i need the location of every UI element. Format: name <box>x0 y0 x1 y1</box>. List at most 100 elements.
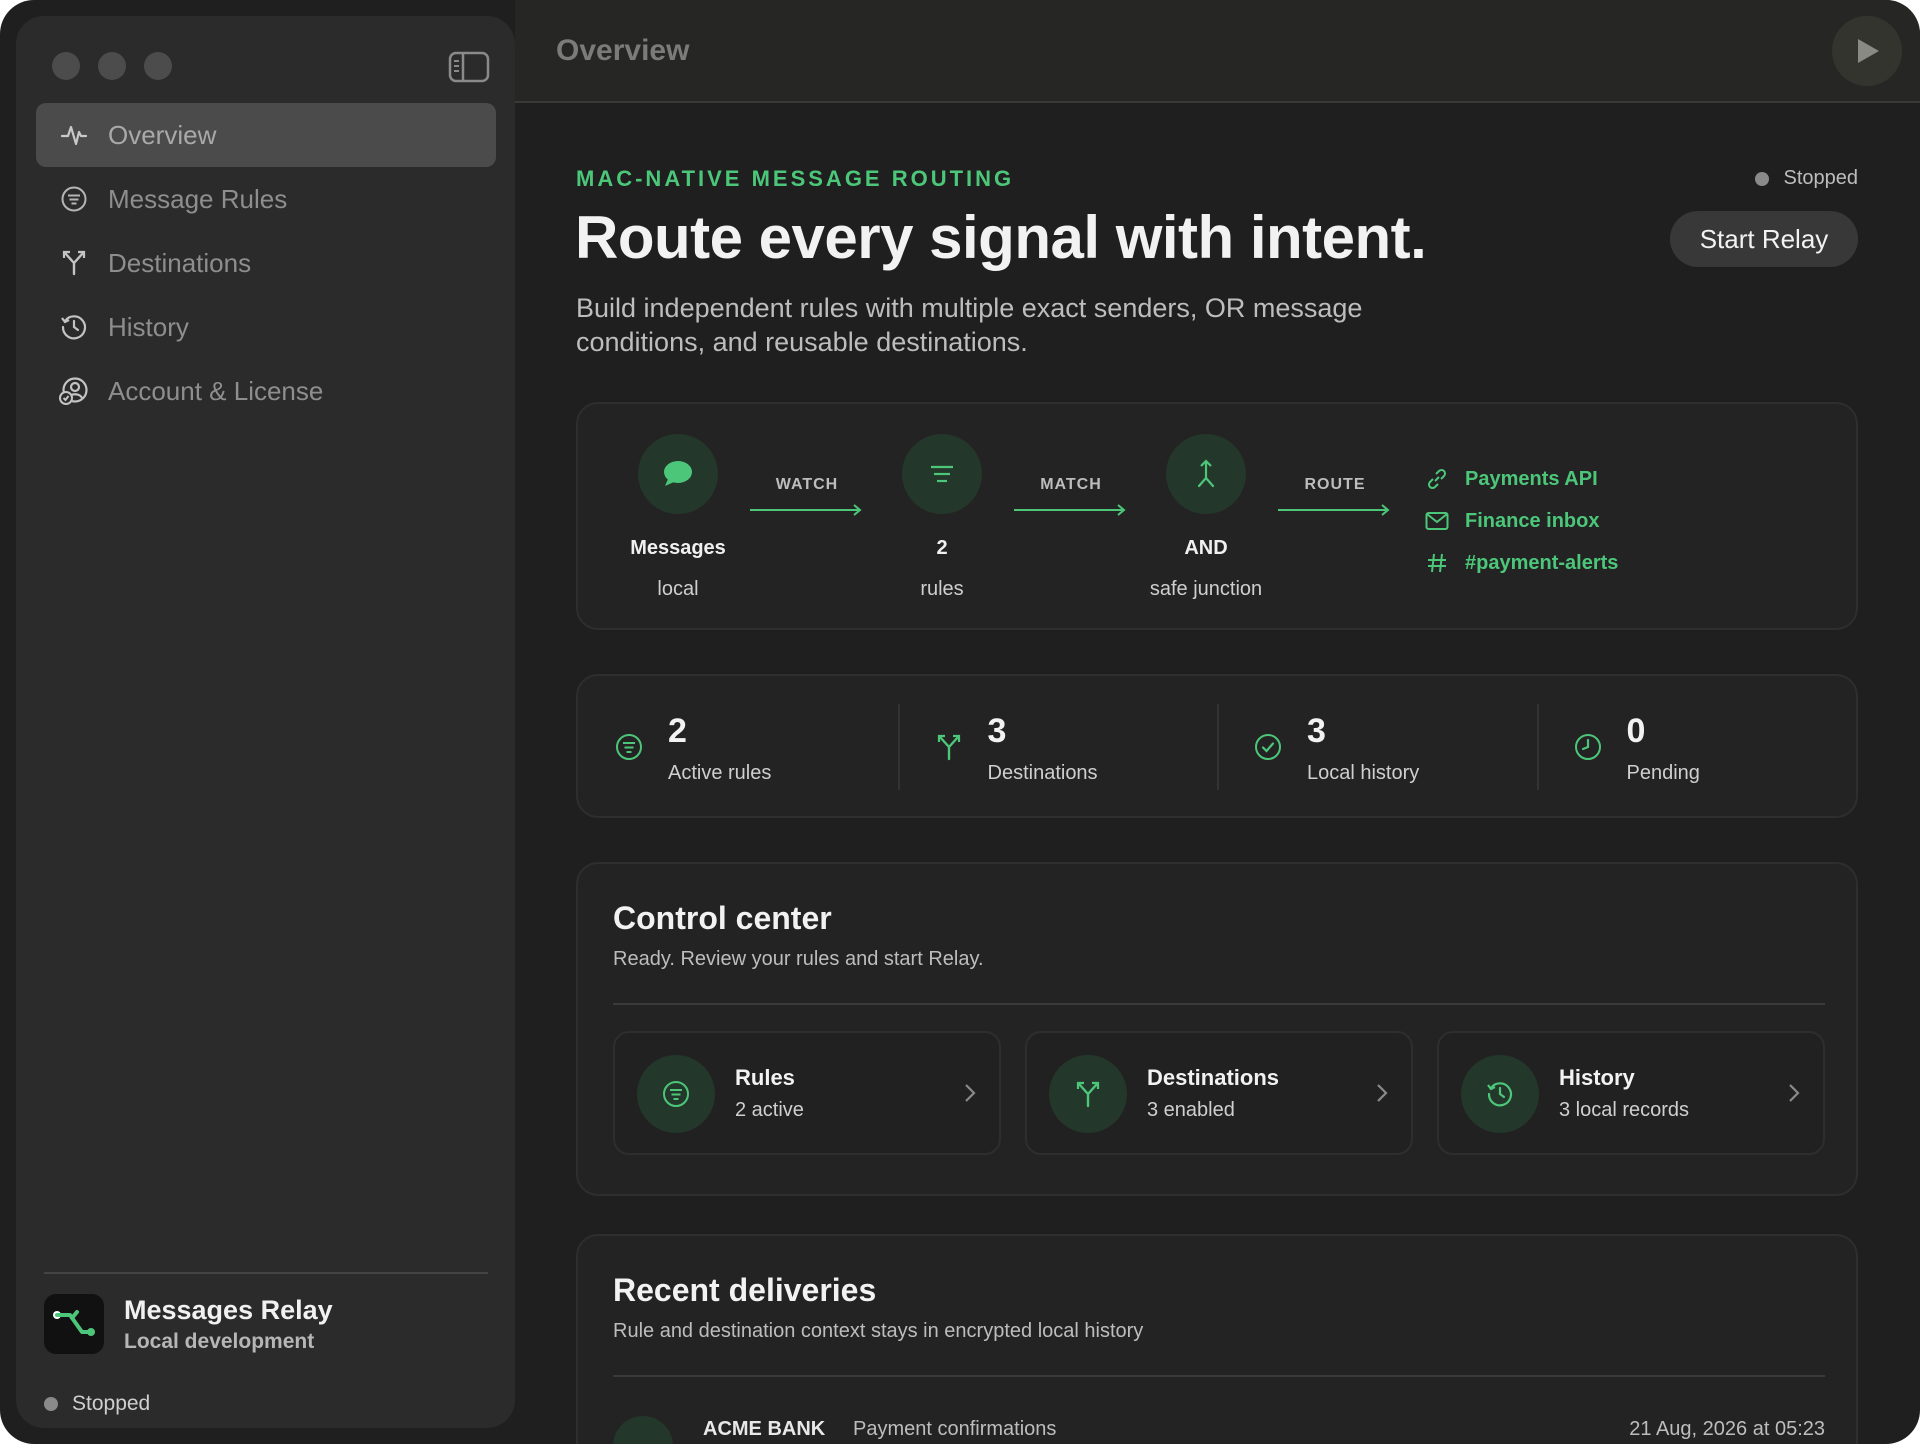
flow-node-rules: 2 rules <box>872 434 1012 601</box>
arrow-right-icon <box>1014 504 1126 516</box>
play-icon <box>1858 39 1879 63</box>
app-identity-text: Messages Relay Local development <box>124 1295 333 1354</box>
status-dot <box>1755 171 1770 186</box>
stat-value: 3 <box>987 712 1007 750</box>
section-divider <box>613 1003 1825 1005</box>
sidebar-toggle-icon[interactable] <box>448 50 490 84</box>
play-button[interactable] <box>1832 16 1902 86</box>
destination-label: Payments API <box>1465 467 1598 490</box>
sidebar-item-label: Destinations <box>108 247 252 278</box>
stat-value: 0 <box>1626 712 1646 750</box>
stat-pending: 0 Pending <box>1536 676 1857 816</box>
sidebar-status-text: Stopped <box>72 1392 151 1415</box>
flow-node-sub: safe junction <box>1149 578 1263 600</box>
sidebar-status: Stopped <box>44 1392 150 1416</box>
fork-icon <box>934 732 964 762</box>
flow-edge-watch: WATCH <box>748 476 866 518</box>
stat-value: 2 <box>668 712 687 750</box>
control-center-card: Control center Ready. Review your rules … <box>576 862 1858 1196</box>
flow-node-sub: rules <box>920 578 964 600</box>
sidebar-item-label: Overview <box>108 119 217 150</box>
sidebar-item-destinations[interactable]: Destinations <box>36 231 496 295</box>
stat-active-rules: 2 Active rules <box>578 676 898 816</box>
check-circle-icon <box>1253 732 1283 762</box>
sidebar-item-label: Account & License <box>108 375 324 406</box>
destination-payment-alerts[interactable]: #payment-alerts <box>1423 542 1618 584</box>
fork-icon <box>1049 1055 1127 1133</box>
tile-subtitle: 2 active <box>735 1099 804 1121</box>
history-icon <box>1461 1055 1539 1133</box>
tile-title: History <box>1559 1065 1635 1090</box>
flow-node-messages: Messages local <box>608 434 748 601</box>
hash-icon <box>1423 549 1451 577</box>
sidebar-item-account-license[interactable]: Account & License <box>36 359 496 423</box>
chevron-right-icon <box>965 1084 976 1102</box>
sidebar-item-history[interactable]: History <box>36 295 496 359</box>
stat-label: Local history <box>1307 762 1420 784</box>
recent-deliveries-title: Recent deliveries <box>613 1272 877 1308</box>
tile-subtitle: 3 local records <box>1559 1099 1690 1121</box>
app-environment: Local development <box>124 1329 315 1353</box>
table-row[interactable]: ACME BANK Payment confirmations 21 Aug, … <box>613 1416 1825 1444</box>
avatar <box>613 1416 673 1444</box>
pulse-icon <box>58 119 90 151</box>
fork-icon <box>58 247 90 279</box>
tile-destinations[interactable]: Destinations 3 enabled <box>1025 1031 1413 1155</box>
destination-payments-api[interactable]: Payments API <box>1423 458 1618 500</box>
zoom-window-button[interactable] <box>144 52 172 80</box>
hero-title: Route every signal with intent. <box>575 204 1427 271</box>
chat-bubble-icon <box>638 434 718 514</box>
flow-node-title: AND <box>1184 537 1228 559</box>
close-window-button[interactable] <box>52 52 80 80</box>
sidebar-item-overview[interactable]: Overview <box>36 103 496 167</box>
relay-status: Stopped <box>1755 167 1858 190</box>
stat-label: Active rules <box>668 762 772 784</box>
sidebar-item-message-rules[interactable]: Message Rules <box>36 167 496 231</box>
stat-label: Destinations <box>987 762 1098 784</box>
sidebar-item-label: History <box>108 311 189 342</box>
sidebar-nav: Overview Message Rules Destinations Hist… <box>36 103 496 423</box>
delivery-time: 21 Aug, 2026 at 05:23 <box>1629 1418 1825 1440</box>
recent-deliveries-subtitle: Rule and destination context stays in en… <box>613 1320 1144 1342</box>
stat-local-history: 3 Local history <box>1217 676 1537 816</box>
chevron-right-icon <box>1789 1084 1800 1102</box>
sidebar-item-label: Message Rules <box>108 183 288 214</box>
stat-value: 3 <box>1307 712 1326 750</box>
flow-node-sub: local <box>657 578 699 600</box>
destination-finance-inbox[interactable]: Finance inbox <box>1423 500 1618 542</box>
sidebar: Overview Message Rules Destinations Hist… <box>16 16 515 1428</box>
merge-arrow-icon <box>1166 434 1246 514</box>
destination-label: Finance inbox <box>1465 509 1600 532</box>
minimize-window-button[interactable] <box>98 52 126 80</box>
account-icon <box>58 375 90 407</box>
flow-edge-label: WATCH <box>775 476 839 493</box>
rules-icon <box>637 1055 715 1133</box>
start-relay-button[interactable]: Start Relay <box>1670 211 1858 267</box>
status-dot <box>44 1397 58 1411</box>
delivery-rule: Payment confirmations <box>853 1418 1057 1440</box>
filter-lines-icon <box>902 434 982 514</box>
flow-node-title: Messages <box>630 537 726 559</box>
flow-edge-route: ROUTE <box>1276 476 1394 518</box>
flow-edge-label: ROUTE <box>1304 476 1366 493</box>
app-identity: Messages Relay Local development <box>44 1294 333 1354</box>
rules-icon <box>614 732 644 762</box>
tile-title: Destinations <box>1147 1065 1280 1090</box>
tile-title: Rules <box>735 1065 795 1090</box>
routing-flow-card: Messages local WATCH 2 rules MATCH AND s… <box>576 402 1858 630</box>
relay-status-text: Stopped <box>1783 167 1858 189</box>
recent-deliveries-card: Recent deliveries Rule and destination c… <box>576 1234 1858 1444</box>
chevron-right-icon <box>1377 1084 1388 1102</box>
top-bar: Overview <box>515 0 1920 103</box>
arrow-right-icon <box>750 504 862 516</box>
arrow-right-icon <box>1278 504 1390 516</box>
rules-icon <box>58 183 90 215</box>
flow-edge-label: MATCH <box>1040 476 1102 493</box>
tile-history[interactable]: History 3 local records <box>1437 1031 1825 1155</box>
window-controls <box>52 52 172 80</box>
flow-edge-match: MATCH <box>1012 476 1130 518</box>
page-title: Overview <box>556 34 690 67</box>
link-icon <box>1423 465 1451 493</box>
tile-rules[interactable]: Rules 2 active <box>613 1031 1001 1155</box>
sidebar-divider <box>44 1272 488 1274</box>
